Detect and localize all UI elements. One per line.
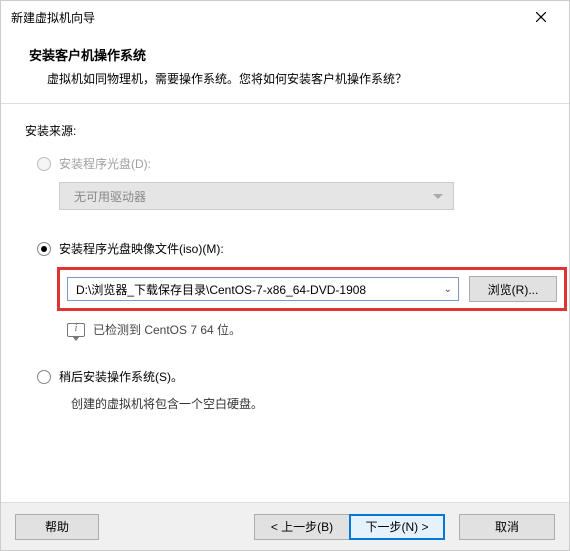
help-button[interactable]: 帮助 — [15, 514, 99, 540]
iso-path-combo[interactable]: D:\浏览器_下载保存目录\CentOS-7-x86_64-DVD-1908 ⌄ — [67, 277, 459, 301]
option-later: 稍后安装操作系统(S)。 创建的虚拟机将包含一个空白硬盘。 — [37, 368, 545, 412]
radio-row-iso[interactable]: 安装程序光盘映像文件(iso)(M): — [37, 240, 545, 257]
driver-dropdown: 无可用驱动器 — [59, 182, 454, 210]
chevron-down-icon — [433, 194, 443, 199]
close-button[interactable] — [521, 3, 561, 31]
next-button[interactable]: 下一步(N) > — [349, 514, 445, 540]
next-button-label: 下一步(N) > — [365, 518, 428, 535]
radio-disc — [37, 157, 51, 171]
wizard-footer: 帮助 < 上一步(B) 下一步(N) > 取消 — [1, 502, 569, 550]
option-iso: 安装程序光盘映像文件(iso)(M): D:\浏览器_下载保存目录\CentOS… — [37, 240, 545, 338]
iso-path-text: D:\浏览器_下载保存目录\CentOS-7-x86_64-DVD-1908 — [76, 281, 366, 298]
wizard-content: 安装来源: 安装程序光盘(D): 无可用驱动器 安装程序光盘映像文件(iso)(… — [1, 104, 569, 446]
browse-button[interactable]: 浏览(R)... — [469, 276, 557, 302]
option-installer-disc: 安装程序光盘(D): 无可用驱动器 — [37, 155, 545, 210]
window-title: 新建虚拟机向导 — [11, 9, 95, 26]
page-subtext: 虚拟机如同物理机，需要操作系统。您将如何安装客户机操作系统？ — [29, 70, 541, 87]
driver-dropdown-text: 无可用驱动器 — [74, 188, 146, 205]
radio-iso-label: 安装程序光盘映像文件(iso)(M): — [59, 240, 224, 257]
back-button[interactable]: < 上一步(B) — [254, 514, 350, 540]
radio-disc-label: 安装程序光盘(D): — [59, 155, 151, 172]
radio-row-disc[interactable]: 安装程序光盘(D): — [37, 155, 545, 172]
titlebar: 新建虚拟机向导 — [1, 1, 569, 33]
info-icon — [67, 323, 85, 337]
close-icon — [536, 12, 546, 22]
back-button-label: < 上一步(B) — [271, 518, 333, 535]
wizard-header: 安装客户机操作系统 虚拟机如同物理机，需要操作系统。您将如何安装客户机操作系统？ — [1, 33, 569, 104]
browse-button-label: 浏览(R)... — [488, 281, 539, 298]
radio-row-later[interactable]: 稍后安装操作系统(S)。 — [37, 368, 545, 385]
radio-later — [37, 370, 51, 384]
detection-text: 已检测到 CentOS 7 64 位。 — [93, 321, 241, 338]
iso-highlight-box: D:\浏览器_下载保存目录\CentOS-7-x86_64-DVD-1908 ⌄… — [57, 267, 567, 311]
chevron-down-icon: ⌄ — [444, 284, 452, 295]
nav-button-group: < 上一步(B) 下一步(N) > — [254, 514, 445, 540]
radio-later-label: 稍后安装操作系统(S)。 — [59, 368, 183, 385]
page-heading: 安装客户机操作系统 — [29, 45, 541, 64]
source-label: 安装来源: — [25, 122, 545, 139]
radio-iso — [37, 242, 51, 256]
cancel-button-label: 取消 — [495, 518, 519, 535]
help-button-label: 帮助 — [45, 518, 69, 535]
detection-row: 已检测到 CentOS 7 64 位。 — [67, 321, 545, 338]
cancel-button[interactable]: 取消 — [459, 514, 555, 540]
later-description: 创建的虚拟机将包含一个空白硬盘。 — [71, 395, 545, 412]
